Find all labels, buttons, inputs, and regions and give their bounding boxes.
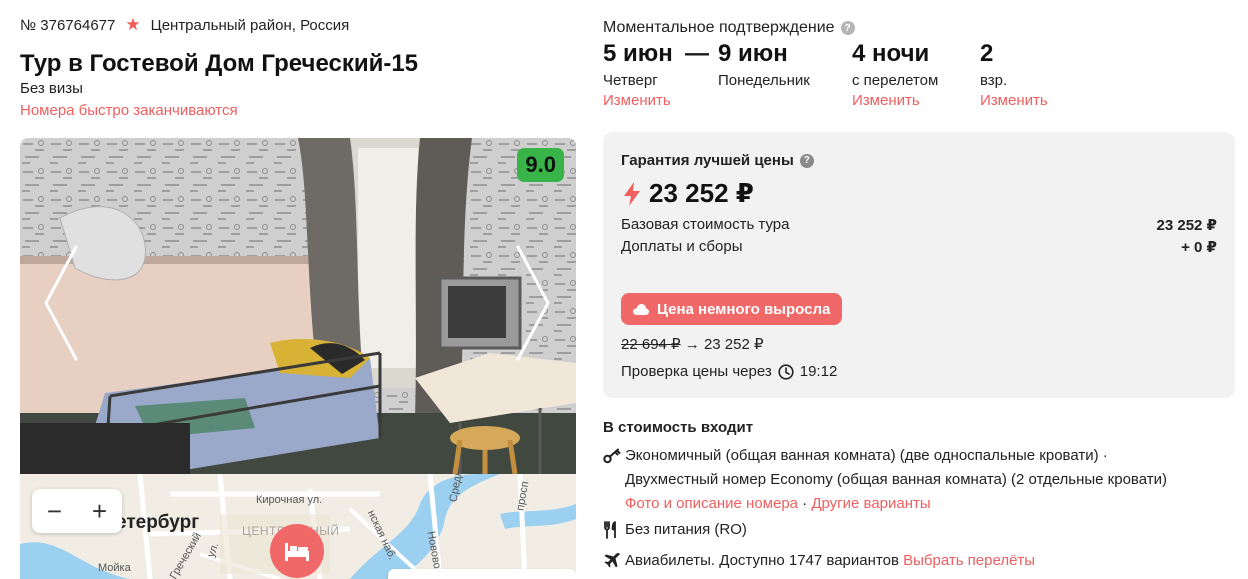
bed-icon xyxy=(285,543,309,561)
change-adults-link[interactable]: Изменить xyxy=(980,92,1048,109)
meal-plan: Без питания (RO) xyxy=(625,521,747,538)
best-price-guarantee: Гарантия лучшей цены ? xyxy=(621,152,814,169)
price-check-time: 19:12 xyxy=(799,363,838,380)
room-photo-link[interactable]: Фото и описание номера xyxy=(625,495,798,512)
map-street-label: Кирочная ул. xyxy=(256,494,323,506)
room-type-line-1: Экономичный (общая ванная комната) (две … xyxy=(625,447,1108,464)
nights-value: 4 ночи xyxy=(852,40,930,67)
adults-value: 2 xyxy=(980,40,994,67)
key-icon xyxy=(603,444,625,516)
room-type-line-2: Двухместный номер Economy (общая ванная … xyxy=(625,471,1167,488)
lightning-icon xyxy=(624,181,640,206)
question-icon[interactable]: ? xyxy=(840,21,855,35)
zoom-in-button[interactable]: + xyxy=(92,498,107,524)
hotel-photo-gallery[interactable]: 9.0 xyxy=(20,138,576,474)
fees-value: + 0 ₽ xyxy=(1181,239,1217,256)
adults-note: взр. xyxy=(980,72,1008,89)
price-rise-badge: Цена немного выросла xyxy=(621,293,843,325)
date-separator: — xyxy=(685,40,709,67)
map-zoom-controls: − + xyxy=(32,489,122,533)
fork-knife-icon xyxy=(603,518,625,543)
price-check-timer: Проверка цены через 19:12 xyxy=(621,363,837,380)
guarantee-label: Гарантия лучшей цены xyxy=(621,152,794,169)
next-photo-button[interactable] xyxy=(514,243,554,363)
nights-note: с перелетом xyxy=(852,72,939,89)
nights: 4 ночи с перелетом Изменить xyxy=(852,40,938,109)
old-price: 22 694 ₽ xyxy=(621,336,681,353)
hotel-map-marker[interactable] xyxy=(270,524,324,578)
link-separator: · xyxy=(798,495,812,512)
fees-label: Доплаты и сборы xyxy=(621,238,743,255)
change-dates-link[interactable]: Изменить xyxy=(603,92,673,109)
chevron-left-icon xyxy=(44,245,78,361)
arrow-right-icon: → xyxy=(684,336,700,353)
price-change: 22 694 ₽ → 23 252 ₽ xyxy=(621,335,764,353)
price-rise-label: Цена немного выросла xyxy=(657,300,831,318)
cloud-icon xyxy=(633,303,649,315)
map-street-label: Мойка xyxy=(98,562,131,574)
room-other-options-link[interactable]: Другие варианты xyxy=(811,495,930,512)
availability-warning: Номера быстро заканчиваются xyxy=(20,102,238,119)
booking-panel: Моментальное подтверждение ? 5 июн Четве… xyxy=(603,0,1235,579)
price-check-label: Проверка цены через xyxy=(621,363,772,380)
total-price: 23 252 ₽ xyxy=(623,178,754,209)
date-from-weekday: Четверг xyxy=(603,72,658,89)
new-price: 23 252 ₽ xyxy=(703,336,764,353)
hotel-map[interactable]: Кирочная ул. Средн просп ул. Мойка нская… xyxy=(20,474,576,579)
included-flights: Авиабилеты. Доступно 1747 вариантов Выбр… xyxy=(603,549,1035,574)
zoom-out-button[interactable]: − xyxy=(47,498,62,524)
includes-heading: В стоимость входит xyxy=(603,419,754,436)
flights-info: Авиабилеты. Доступно 1747 вариантов Выбр… xyxy=(625,549,1035,574)
tour-meta: № 376764677 ★ Центральный район, Россия xyxy=(20,15,349,35)
hotel-room-photo xyxy=(20,138,576,474)
included-meal: Без питания (RO) xyxy=(603,518,747,543)
date-to-weekday: Понедельник xyxy=(718,72,810,89)
star-icon[interactable]: ★ xyxy=(125,15,140,35)
date-to: 9 июн Понедельник xyxy=(718,40,810,89)
price-panel: Гарантия лучшей цены ? 23 252 ₽ Базовая … xyxy=(603,132,1235,398)
change-nights-link[interactable]: Изменить xyxy=(852,92,938,109)
date-to-value: 9 июн xyxy=(718,40,788,67)
adults: 2 взр. Изменить xyxy=(980,40,1048,109)
base-price-row: Базовая стоимость тура 23 252 ₽ xyxy=(621,216,1217,234)
tour-number: № 376764677 xyxy=(20,16,116,34)
confirmation-label: Моментальное подтверждение xyxy=(603,19,835,36)
date-from-value: 5 июн xyxy=(603,40,673,67)
page-title: Тур в Гостевой Дом Греческий-15 xyxy=(20,50,419,77)
trip-dates: 5 июн Четверг Изменить — 9 июн Понедельн… xyxy=(603,40,1235,115)
tour-summary: № 376764677 ★ Центральный район, Россия … xyxy=(20,0,576,579)
question-icon[interactable]: ? xyxy=(799,153,814,168)
plane-icon xyxy=(603,549,625,574)
date-from: 5 июн Четверг Изменить xyxy=(603,40,673,109)
total-price-value: 23 252 ₽ xyxy=(649,178,754,208)
room-links: Фото и описание номера · Другие варианты xyxy=(625,492,1167,516)
rating-badge: 9.0 xyxy=(517,148,564,182)
flights-available: Авиабилеты. Доступно 1747 вариантов xyxy=(625,552,899,569)
clock-icon xyxy=(778,363,794,380)
visa-info: Без визы xyxy=(20,80,83,97)
choose-flights-link[interactable]: Выбрать перелёты xyxy=(903,552,1035,569)
included-room: Экономичный (общая ванная комната) (две … xyxy=(603,444,1167,516)
base-price-value: 23 252 ₽ xyxy=(1156,217,1217,234)
base-price-label: Базовая стоимость тура xyxy=(621,216,790,233)
confirmation-info: Моментальное подтверждение ? xyxy=(603,19,855,37)
chevron-right-icon xyxy=(516,245,550,361)
tour-location: Центральный район, Россия xyxy=(150,16,350,34)
fees-row: Доплаты и сборы + 0 ₽ xyxy=(621,238,1217,256)
map-city-label: етербург xyxy=(116,512,200,533)
previous-photo-button[interactable] xyxy=(40,243,80,363)
map-info-card xyxy=(388,569,576,579)
